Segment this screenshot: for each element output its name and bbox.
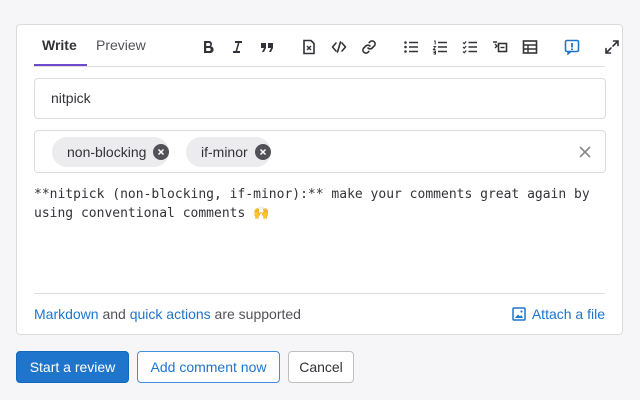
title-input[interactable]: nitpick — [34, 78, 606, 119]
link-icon[interactable] — [360, 38, 378, 56]
help-text-and: and — [99, 306, 130, 322]
remove-label-icon[interactable] — [255, 144, 271, 160]
label-chip-non-blocking: non-blocking — [52, 137, 169, 167]
markdown-link[interactable]: Markdown — [34, 306, 99, 322]
cancel-button[interactable]: Cancel — [288, 351, 354, 383]
title-input-value: nitpick — [51, 90, 91, 106]
add-comment-button[interactable]: Add comment now — [137, 351, 280, 383]
tab-write[interactable]: Write — [42, 37, 77, 67]
table-icon[interactable] — [521, 38, 539, 56]
quick-actions-link[interactable]: quick actions — [130, 306, 211, 322]
tab-preview[interactable]: Preview — [96, 37, 146, 67]
comment-textarea[interactable]: **nitpick (non-blocking, if-minor):** ma… — [34, 185, 606, 223]
collapsible-icon[interactable] — [491, 38, 509, 56]
label-chip-if-minor: if-minor — [186, 137, 271, 167]
numbered-list-icon[interactable] — [431, 38, 449, 56]
fullscreen-icon[interactable] — [603, 38, 621, 56]
tabs-divider — [34, 66, 605, 67]
comment-editor: Write Preview — [16, 24, 623, 335]
label-chip-text: non-blocking — [67, 144, 146, 160]
clear-labels-icon[interactable] — [579, 146, 591, 158]
task-list-icon[interactable] — [461, 38, 479, 56]
markdown-help: Markdown and quick actions are supported — [34, 306, 301, 322]
help-text-supported: are supported — [211, 306, 301, 322]
label-chip-text: if-minor — [201, 144, 248, 160]
footer-divider — [34, 293, 605, 294]
bullet-list-icon[interactable] — [402, 38, 420, 56]
labels-selector[interactable]: non-blocking if-minor — [34, 130, 606, 173]
comment-template-icon[interactable] — [563, 38, 581, 56]
image-icon — [512, 307, 526, 321]
suggestion-icon[interactable] — [300, 38, 318, 56]
attach-file-button[interactable]: Attach a file — [512, 306, 605, 322]
editor-tabs: Write Preview — [34, 25, 605, 67]
bold-icon[interactable] — [199, 38, 217, 56]
start-review-button[interactable]: Start a review — [16, 351, 129, 383]
attach-file-label: Attach a file — [532, 306, 605, 322]
quote-icon[interactable] — [258, 38, 276, 56]
remove-label-icon[interactable] — [153, 144, 169, 160]
italic-icon[interactable] — [228, 38, 246, 56]
code-icon[interactable] — [330, 38, 348, 56]
